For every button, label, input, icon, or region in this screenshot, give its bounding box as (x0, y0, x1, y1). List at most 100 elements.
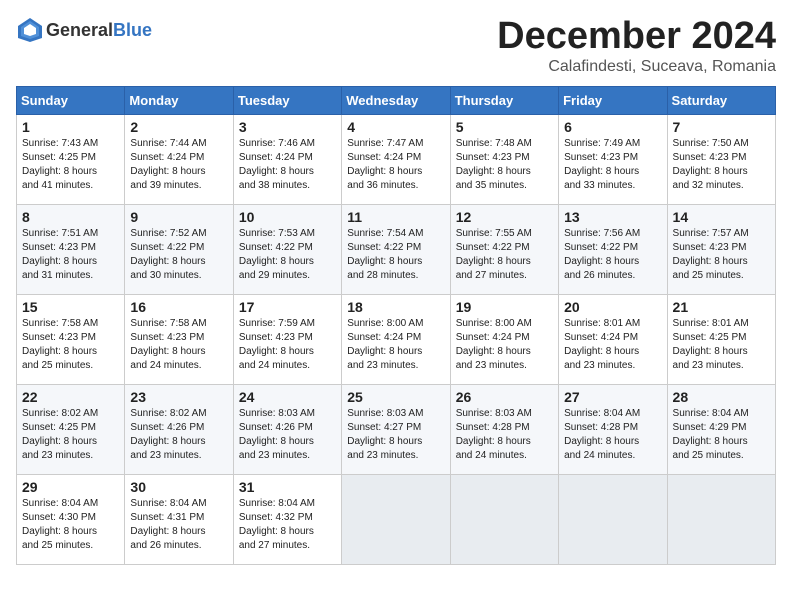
day-info: Sunrise: 7:57 AM Sunset: 4:23 PM Dayligh… (673, 227, 770, 283)
calendar-cell: 3Sunrise: 7:46 AM Sunset: 4:24 PM Daylig… (233, 114, 341, 204)
day-number: 12 (456, 209, 553, 225)
weekday-header: Tuesday (233, 86, 341, 114)
day-info: Sunrise: 7:49 AM Sunset: 4:23 PM Dayligh… (564, 137, 661, 193)
day-number: 10 (239, 209, 336, 225)
day-number: 9 (130, 209, 227, 225)
calendar-cell (667, 474, 775, 564)
day-number: 2 (130, 119, 227, 135)
day-number: 19 (456, 299, 553, 315)
weekday-header: Saturday (667, 86, 775, 114)
calendar-cell: 31 Sunrise: 8:04 AM Sunset: 4:32 PM Dayli… (233, 474, 341, 564)
calendar-cell: 29 Sunrise: 8:04 AM Sunset: 4:30 PM Dayli… (17, 474, 125, 564)
day-info: Sunrise: 8:03 AM Sunset: 4:27 PM Dayligh… (347, 407, 444, 463)
day-number: 23 (130, 389, 227, 405)
calendar-cell: 27 Sunrise: 8:04 AM Sunset: 4:28 PM Dayli… (559, 384, 667, 474)
day-number: 22 (22, 389, 119, 405)
logo: GeneralBlue (16, 16, 152, 44)
day-info: Sunrise: 8:00 AM Sunset: 4:24 PM Dayligh… (347, 317, 444, 373)
day-number: 27 (564, 389, 661, 405)
day-number: 21 (673, 299, 770, 315)
day-info: Sunrise: 8:04 AM Sunset: 4:31 PM Dayligh… (130, 497, 227, 553)
day-number: 28 (673, 389, 770, 405)
day-info: Sunrise: 7:48 AM Sunset: 4:23 PM Dayligh… (456, 137, 553, 193)
calendar-cell (559, 474, 667, 564)
calendar-cell: 4 Sunrise: 7:47 AM Sunset: 4:24 PM Daylig… (342, 114, 450, 204)
weekday-header-row: SundayMondayTuesdayWednesdayThursdayFrid… (17, 86, 776, 114)
day-number: 8 (22, 209, 119, 225)
calendar-week-row: 15Sunrise: 7:58 AM Sunset: 4:23 PM Dayli… (17, 294, 776, 384)
calendar-cell: 26 Sunrise: 8:03 AM Sunset: 4:28 PM Dayli… (450, 384, 558, 474)
day-number: 13 (564, 209, 661, 225)
calendar-cell: 13 Sunrise: 7:56 AM Sunset: 4:22 PM Dayli… (559, 204, 667, 294)
day-info: Sunrise: 7:50 AM Sunset: 4:23 PM Dayligh… (673, 137, 770, 193)
day-number: 14 (673, 209, 770, 225)
day-number: 24 (239, 389, 336, 405)
logo-text: GeneralBlue (46, 20, 152, 41)
weekday-header: Monday (125, 86, 233, 114)
calendar-cell: 24 Sunrise: 8:03 AM Sunset: 4:26 PM Dayli… (233, 384, 341, 474)
day-number: 30 (130, 479, 227, 495)
calendar-cell: 28Sunrise: 8:04 AM Sunset: 4:29 PM Dayli… (667, 384, 775, 474)
calendar-week-row: 22 Sunrise: 8:02 AM Sunset: 4:25 PM Dayli… (17, 384, 776, 474)
day-info: Sunrise: 8:01 AM Sunset: 4:24 PM Dayligh… (564, 317, 661, 373)
month-title: December 2024 (497, 16, 776, 58)
day-number: 4 (347, 119, 444, 135)
day-number: 1 (22, 119, 119, 135)
calendar-cell: 20 Sunrise: 8:01 AM Sunset: 4:24 PM Dayli… (559, 294, 667, 384)
calendar-cell: 6 Sunrise: 7:49 AM Sunset: 4:23 PM Daylig… (559, 114, 667, 204)
day-info: Sunrise: 7:56 AM Sunset: 4:22 PM Dayligh… (564, 227, 661, 283)
weekday-header: Friday (559, 86, 667, 114)
page-header: GeneralBlue December 2024 Calafindesti, … (16, 16, 776, 76)
calendar-cell: 17Sunrise: 7:59 AM Sunset: 4:23 PM Dayli… (233, 294, 341, 384)
day-info: Sunrise: 7:52 AM Sunset: 4:22 PM Dayligh… (130, 227, 227, 283)
day-info: Sunrise: 7:47 AM Sunset: 4:24 PM Dayligh… (347, 137, 444, 193)
day-info: Sunrise: 8:03 AM Sunset: 4:26 PM Dayligh… (239, 407, 336, 463)
calendar-week-row: 1 Sunrise: 7:43 AM Sunset: 4:25 PM Daylig… (17, 114, 776, 204)
day-number: 20 (564, 299, 661, 315)
location-title: Calafindesti, Suceava, Romania (497, 58, 776, 76)
day-number: 25 (347, 389, 444, 405)
weekday-header: Wednesday (342, 86, 450, 114)
calendar-cell: 10 Sunrise: 7:53 AM Sunset: 4:22 PM Dayli… (233, 204, 341, 294)
day-info: Sunrise: 7:55 AM Sunset: 4:22 PM Dayligh… (456, 227, 553, 283)
calendar-cell: 15Sunrise: 7:58 AM Sunset: 4:23 PM Dayli… (17, 294, 125, 384)
day-number: 16 (130, 299, 227, 315)
calendar-cell (450, 474, 558, 564)
day-info: Sunrise: 8:04 AM Sunset: 4:28 PM Dayligh… (564, 407, 661, 463)
calendar-cell: 5Sunrise: 7:48 AM Sunset: 4:23 PM Daylig… (450, 114, 558, 204)
weekday-header: Sunday (17, 86, 125, 114)
calendar-cell: 30 Sunrise: 8:04 AM Sunset: 4:31 PM Dayli… (125, 474, 233, 564)
day-info: Sunrise: 8:00 AM Sunset: 4:24 PM Dayligh… (456, 317, 553, 373)
day-number: 26 (456, 389, 553, 405)
day-info: Sunrise: 8:02 AM Sunset: 4:25 PM Dayligh… (22, 407, 119, 463)
calendar-cell: 18 Sunrise: 8:00 AM Sunset: 4:24 PM Dayli… (342, 294, 450, 384)
day-info: Sunrise: 7:53 AM Sunset: 4:22 PM Dayligh… (239, 227, 336, 283)
day-info: Sunrise: 7:46 AM Sunset: 4:24 PM Dayligh… (239, 137, 336, 193)
calendar-cell: 2 Sunrise: 7:44 AM Sunset: 4:24 PM Daylig… (125, 114, 233, 204)
calendar-cell: 8 Sunrise: 7:51 AM Sunset: 4:23 PM Daylig… (17, 204, 125, 294)
day-info: Sunrise: 7:44 AM Sunset: 4:24 PM Dayligh… (130, 137, 227, 193)
calendar-table: SundayMondayTuesdayWednesdayThursdayFrid… (16, 86, 776, 565)
day-info: Sunrise: 8:02 AM Sunset: 4:26 PM Dayligh… (130, 407, 227, 463)
day-info: Sunrise: 7:51 AM Sunset: 4:23 PM Dayligh… (22, 227, 119, 283)
weekday-header: Thursday (450, 86, 558, 114)
day-info: Sunrise: 7:58 AM Sunset: 4:23 PM Dayligh… (130, 317, 227, 373)
day-number: 18 (347, 299, 444, 315)
day-info: Sunrise: 8:04 AM Sunset: 4:30 PM Dayligh… (22, 497, 119, 553)
calendar-cell: 14 Sunrise: 7:57 AM Sunset: 4:23 PM Dayli… (667, 204, 775, 294)
day-number: 7 (673, 119, 770, 135)
day-info: Sunrise: 8:03 AM Sunset: 4:28 PM Dayligh… (456, 407, 553, 463)
calendar-week-row: 8 Sunrise: 7:51 AM Sunset: 4:23 PM Daylig… (17, 204, 776, 294)
logo-icon (16, 16, 44, 44)
calendar-cell: 23 Sunrise: 8:02 AM Sunset: 4:26 PM Dayli… (125, 384, 233, 474)
day-number: 6 (564, 119, 661, 135)
day-info: Sunrise: 7:54 AM Sunset: 4:22 PM Dayligh… (347, 227, 444, 283)
day-number: 31 (239, 479, 336, 495)
calendar-cell: 12 Sunrise: 7:55 AM Sunset: 4:22 PM Dayli… (450, 204, 558, 294)
day-info: Sunrise: 7:43 AM Sunset: 4:25 PM Dayligh… (22, 137, 119, 193)
calendar-cell: 19 Sunrise: 8:00 AM Sunset: 4:24 PM Dayli… (450, 294, 558, 384)
title-area: December 2024 Calafindesti, Suceava, Rom… (497, 16, 776, 76)
calendar-cell: 1 Sunrise: 7:43 AM Sunset: 4:25 PM Daylig… (17, 114, 125, 204)
day-info: Sunrise: 8:04 AM Sunset: 4:32 PM Dayligh… (239, 497, 336, 553)
day-number: 29 (22, 479, 119, 495)
